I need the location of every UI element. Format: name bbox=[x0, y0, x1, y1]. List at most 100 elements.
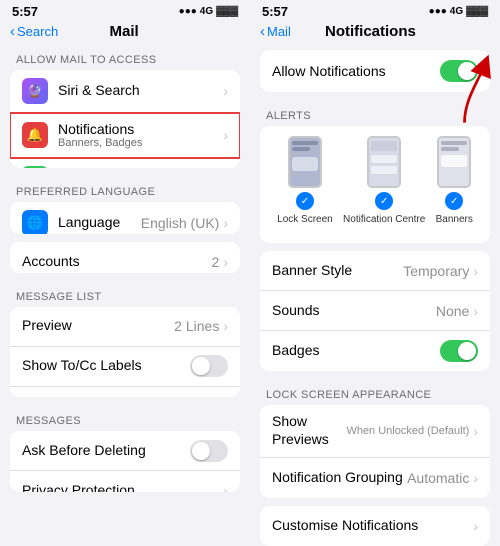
signal-icon-right: ●●● bbox=[429, 6, 447, 17]
badges-row[interactable]: Badges bbox=[260, 331, 490, 371]
lang-label: Language bbox=[58, 214, 120, 230]
banners-label: Banners bbox=[436, 214, 473, 225]
accounts-row[interactable]: Accounts 2 › bbox=[10, 242, 240, 272]
notif-center-alert[interactable]: ✓ Notification Centre bbox=[343, 136, 425, 225]
notif-grouping-row[interactable]: Notification Grouping Automatic › bbox=[260, 458, 490, 498]
ask-delete-content: Ask Before Deleting bbox=[22, 442, 190, 460]
lock-notif bbox=[292, 157, 318, 171]
right-panel: 5:57 ●●● 4G ▓▓▓ ‹ Mail Notifications All… bbox=[250, 0, 500, 500]
network-type-right: 4G bbox=[450, 6, 463, 17]
phone-line bbox=[292, 147, 310, 151]
privacy-label: Privacy Protection bbox=[22, 482, 135, 492]
preview-row[interactable]: Preview 2 Lines › bbox=[10, 307, 240, 347]
battery-icon-right: ▓▓▓ bbox=[466, 6, 488, 17]
show-previews-value: When Unlocked (Default) bbox=[346, 425, 469, 437]
show-to-label: Show To/Cc Labels bbox=[22, 357, 142, 373]
banners-phone bbox=[437, 136, 471, 188]
lock-screen-check: ✓ bbox=[296, 192, 314, 210]
lock-screen-alert[interactable]: ✓ Lock Screen bbox=[277, 136, 333, 225]
phone-line bbox=[441, 141, 467, 145]
lang-list: 🌐 Language English (UK) › bbox=[10, 202, 240, 234]
banner-style-label: Banner Style bbox=[272, 262, 352, 278]
show-to-toggle[interactable] bbox=[190, 355, 228, 377]
swipe-row[interactable]: Swipe Options › bbox=[10, 387, 240, 398]
ask-delete-row[interactable]: Ask Before Deleting bbox=[10, 431, 240, 471]
back-button-left[interactable]: ‹ Search bbox=[10, 23, 58, 40]
section-header-messages: MESSAGES bbox=[0, 405, 250, 431]
phone-line bbox=[292, 141, 318, 145]
badges-toggle[interactable] bbox=[440, 340, 478, 362]
lock-screen-content bbox=[290, 138, 320, 186]
alerts-header: ALERTS bbox=[250, 100, 500, 126]
status-icons-left: ●●● 4G ▓▓▓ bbox=[179, 6, 238, 17]
back-button-right[interactable]: ‹ Mail bbox=[260, 23, 291, 40]
show-to-content: Show To/Cc Labels bbox=[22, 357, 190, 375]
status-bar-right: 5:57 ●●● 4G ▓▓▓ bbox=[250, 0, 500, 21]
language-row[interactable]: 🌐 Language English (UK) › bbox=[10, 202, 240, 234]
lock-screen-label: Lock Screen bbox=[277, 214, 333, 225]
back-chevron-left: ‹ bbox=[10, 23, 15, 40]
sounds-row[interactable]: Sounds None › bbox=[260, 291, 490, 331]
messages-list: Ask Before Deleting Privacy Protection › bbox=[10, 431, 240, 492]
notif-center-label: Notification Centre bbox=[343, 214, 425, 225]
show-to-row[interactable]: Show To/Cc Labels bbox=[10, 347, 240, 387]
lock-screen-phone bbox=[288, 136, 322, 188]
banner-style-value: Temporary bbox=[403, 263, 469, 279]
banner-style-row[interactable]: Banner Style Temporary › bbox=[260, 251, 490, 291]
back-chevron-right: ‹ bbox=[260, 23, 265, 40]
nav-bar-left: ‹ Search Mail bbox=[0, 21, 250, 44]
banner-style-chevron: › bbox=[473, 263, 478, 279]
nav-bar-right: ‹ Mail Notifications bbox=[250, 21, 500, 44]
notif-center-check: ✓ bbox=[375, 192, 393, 210]
left-panel: 5:57 ●●● 4G ▓▓▓ ‹ Search Mail ALLOW MAIL… bbox=[0, 0, 250, 500]
ask-delete-toggle[interactable] bbox=[190, 440, 228, 462]
preview-label: Preview bbox=[22, 317, 72, 333]
customise-row[interactable]: Customise Notifications › bbox=[260, 506, 490, 546]
mobile-data-row[interactable]: 📶 Mobile Data bbox=[10, 158, 240, 168]
page-title-right: Notifications bbox=[325, 23, 416, 40]
allow-notif-toggle[interactable] bbox=[440, 60, 478, 82]
banners-content bbox=[439, 138, 469, 186]
siri-icon: 🔮 bbox=[22, 78, 48, 104]
show-previews-content: Show Previews bbox=[272, 413, 346, 449]
section-header-allow: ALLOW MAIL TO ACCESS bbox=[0, 44, 250, 70]
show-previews-chevron: › bbox=[473, 423, 478, 439]
notif-grouping-chevron: › bbox=[473, 470, 478, 486]
notif-label: Notifications bbox=[58, 121, 223, 137]
banner-bar bbox=[441, 155, 467, 167]
show-previews-row[interactable]: Show Previews When Unlocked (Default) › bbox=[260, 405, 490, 458]
lang-content: Language bbox=[58, 214, 141, 232]
siri-content: Siri & Search bbox=[58, 82, 223, 100]
allow-notif-label: Allow Notifications bbox=[272, 63, 386, 79]
accounts-value: 2 bbox=[212, 254, 220, 270]
privacy-row[interactable]: Privacy Protection › bbox=[10, 471, 240, 492]
notif-bar bbox=[371, 141, 397, 151]
notif-sublabel: Banners, Badges bbox=[58, 137, 223, 149]
siri-row[interactable]: 🔮 Siri & Search › bbox=[10, 70, 240, 113]
banners-check: ✓ bbox=[445, 192, 463, 210]
network-type: 4G bbox=[200, 6, 213, 17]
notif-chevron: › bbox=[223, 127, 228, 143]
lang-icon: 🌐 bbox=[22, 210, 48, 234]
notif-settings-list: Banner Style Temporary › Sounds None › B… bbox=[260, 251, 490, 371]
status-icons-right: ●●● 4G ▓▓▓ bbox=[429, 6, 488, 17]
accounts-chevron: › bbox=[223, 254, 228, 270]
preview-content: Preview bbox=[22, 317, 174, 335]
notifications-row[interactable]: 🔔 Notifications Banners, Badges › bbox=[10, 113, 240, 158]
accounts-content: Accounts bbox=[22, 253, 212, 271]
status-bar-left: 5:57 ●●● 4G ▓▓▓ bbox=[0, 0, 250, 21]
badges-content: Badges bbox=[272, 342, 440, 360]
lang-value: English (UK) bbox=[141, 215, 220, 231]
allow-notif-section: Allow Notifications bbox=[260, 50, 490, 92]
sounds-chevron: › bbox=[473, 303, 478, 319]
siri-chevron: › bbox=[223, 83, 228, 99]
preview-chevron: › bbox=[223, 318, 228, 334]
back-label-left: Search bbox=[17, 24, 58, 39]
customise-chevron: › bbox=[473, 518, 478, 534]
banners-alert[interactable]: ✓ Banners bbox=[436, 136, 473, 225]
banner-style-content: Banner Style bbox=[272, 262, 403, 280]
accounts-list: Accounts 2 › bbox=[10, 242, 240, 272]
notif-item bbox=[371, 155, 397, 163]
allow-notif-row[interactable]: Allow Notifications bbox=[260, 50, 490, 92]
notif-content: Notifications Banners, Badges bbox=[58, 121, 223, 149]
